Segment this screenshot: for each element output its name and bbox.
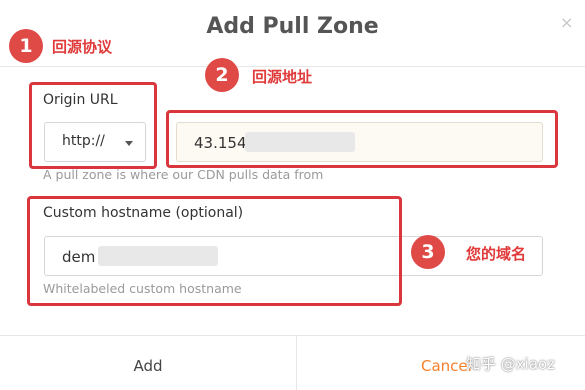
annotation-badge-2: 2	[205, 58, 239, 92]
add-button[interactable]: Add	[0, 357, 296, 375]
annotation-text-3: 您的域名	[466, 245, 527, 263]
annotation-badge-3: 3	[411, 235, 445, 269]
highlight-origin-url	[166, 110, 558, 168]
close-icon[interactable]: ×	[560, 13, 573, 32]
footer-divider	[0, 335, 585, 336]
watermark: 知乎 @xiaoz	[466, 355, 556, 373]
cancel-button[interactable]: Cancel	[421, 357, 472, 375]
annotation-badge-1: 1	[9, 29, 43, 63]
highlight-hostname	[27, 196, 402, 306]
annotation-text-1: 回源协议	[52, 38, 113, 56]
origin-url-hint: A pull zone is where our CDN pulls data …	[43, 167, 324, 182]
annotation-text-2: 回源地址	[252, 68, 313, 86]
highlight-protocol	[29, 82, 157, 169]
footer-button-divider	[296, 335, 297, 390]
